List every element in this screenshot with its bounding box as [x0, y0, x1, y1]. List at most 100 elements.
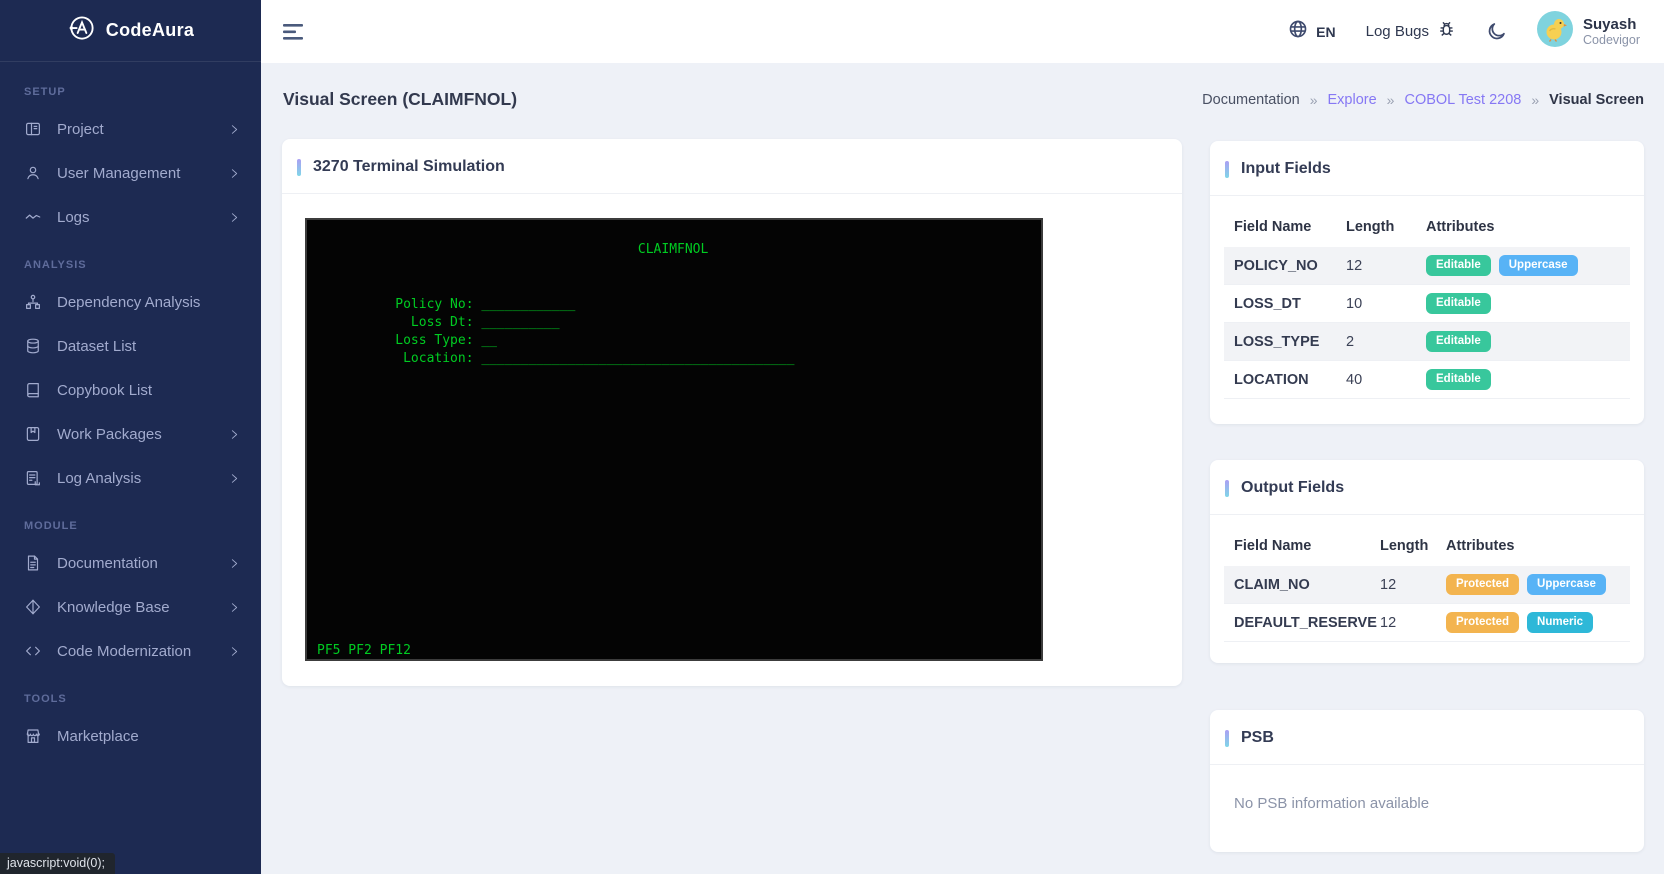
field-attributes: ProtectedUppercase — [1446, 566, 1630, 604]
sidebar-item-label: Copybook List — [57, 382, 152, 399]
input-fields-table: Field NameLengthAttributesPOLICY_NO12Edi… — [1224, 210, 1630, 399]
terminal-3270-screen[interactable]: CLAIMFNOL Policy No: ____________ Loss D… — [305, 218, 1043, 661]
app-name: CodeAura — [106, 20, 194, 41]
chevron-right-icon — [228, 211, 241, 224]
terminal-screen-text: CLAIMFNOL Policy No: ____________ Loss D… — [307, 220, 1041, 661]
field-attributes: Editable — [1426, 323, 1630, 361]
table-row: LOSS_TYPE2Editable — [1224, 323, 1630, 361]
language-code: EN — [1316, 24, 1335, 40]
attribute-badge-uppercase: Uppercase — [1527, 574, 1606, 595]
attribute-badge-protected: Protected — [1446, 612, 1519, 633]
breadcrumb-separator: » — [1531, 92, 1539, 108]
column-header: Attributes — [1446, 529, 1630, 566]
app-logo[interactable]: CodeAura — [0, 0, 261, 62]
psb-title: PSB — [1241, 729, 1274, 747]
sidebar: CodeAura SETUPProjectUser ManagementLogs… — [0, 0, 261, 874]
table-row: DEFAULT_RESERVE12Protected Numeric — [1224, 604, 1630, 642]
chevron-right-icon — [228, 472, 241, 485]
sidebar-item-knowledge-base[interactable]: Knowledge Base — [0, 585, 261, 629]
sidebar-item-code-modernization[interactable]: Code Modernization — [0, 629, 261, 673]
sidebar-item-label: Code Modernization — [57, 643, 191, 660]
breadcrumb: Documentation»Explore»COBOL Test 2208»Vi… — [1202, 92, 1644, 108]
breadcrumb-item-visual-screen: Visual Screen — [1549, 92, 1644, 108]
sidebar-section-label: ANALYSIS — [0, 239, 261, 280]
dark-mode-toggle[interactable] — [1486, 21, 1507, 42]
sidebar-item-documentation[interactable]: Documentation — [0, 541, 261, 585]
log-bugs-label: Log Bugs — [1366, 23, 1429, 40]
input-fields-title: Input Fields — [1241, 160, 1331, 178]
sidebar-item-work-packages[interactable]: Work Packages — [0, 412, 261, 456]
psb-card: PSB No PSB information available — [1210, 710, 1644, 852]
sidebar-item-project[interactable]: Project — [0, 107, 261, 151]
field-attributes: Editable Uppercase — [1426, 247, 1630, 285]
sidebar-nav: SETUPProjectUser ManagementLogsANALYSISD… — [0, 62, 261, 758]
sidebar-item-label: Dependency Analysis — [57, 294, 200, 311]
chevron-right-icon — [228, 428, 241, 441]
globe-icon — [1288, 19, 1308, 44]
attribute-badge-numeric: Numeric — [1527, 612, 1593, 633]
sidebar-item-label: User Management — [57, 165, 180, 182]
column-header: Length — [1346, 210, 1426, 247]
sidebar-item-dependency-analysis[interactable]: Dependency Analysis — [0, 280, 261, 324]
breadcrumb-item-cobol-test-2208[interactable]: COBOL Test 2208 — [1404, 92, 1521, 108]
language-selector[interactable]: EN — [1288, 19, 1335, 44]
attribute-badge-uppercase: Uppercase — [1499, 255, 1578, 276]
sidebar-item-copybook-list[interactable]: Copybook List — [0, 368, 261, 412]
chevron-right-icon — [228, 645, 241, 658]
main-area: EN Log Bugs — [261, 0, 1664, 874]
dependency-icon — [24, 293, 42, 311]
field-length: 40 — [1346, 361, 1426, 399]
breadcrumb-item-explore[interactable]: Explore — [1328, 92, 1377, 108]
psb-empty-message: No PSB information available — [1210, 765, 1644, 842]
knowledge-icon — [24, 598, 42, 616]
sidebar-item-marketplace[interactable]: Marketplace — [0, 714, 261, 758]
codeaura-logo-icon — [67, 13, 97, 48]
sidebar-section-label: TOOLS — [0, 673, 261, 714]
document-icon — [24, 554, 42, 572]
log-bugs-button[interactable]: Log Bugs — [1366, 20, 1456, 43]
field-attributes: Protected Numeric — [1446, 604, 1630, 642]
field-name: DEFAULT_RESERVE — [1224, 604, 1380, 642]
avatar — [1537, 11, 1573, 52]
field-name: LOCATION — [1224, 361, 1346, 399]
page-title: Visual Screen (CLAIMFNOL) — [283, 89, 517, 110]
field-name: LOSS_DT — [1224, 285, 1346, 323]
activity-icon — [24, 208, 42, 226]
hamburger-menu-icon[interactable] — [283, 23, 305, 41]
input-fields-card: Input Fields Field NameLengthAttributesP… — [1210, 141, 1644, 424]
table-row: LOCATION40Editable — [1224, 361, 1630, 399]
field-length: 12 — [1380, 566, 1446, 604]
project-icon — [24, 120, 42, 138]
card-accent-bar — [1225, 480, 1229, 497]
attribute-badge-editable: Editable — [1426, 255, 1491, 276]
user-org: Codevigor — [1583, 33, 1640, 47]
column-header: Attributes — [1426, 210, 1630, 247]
field-length: 12 — [1380, 604, 1446, 642]
field-length: 2 — [1346, 323, 1426, 361]
sidebar-item-label: Project — [57, 121, 104, 138]
terminal-simulation-card: 3270 Terminal Simulation CLAIMFNOL Polic… — [282, 139, 1182, 686]
terminal-card-title: 3270 Terminal Simulation — [313, 158, 505, 176]
database-icon — [24, 337, 42, 355]
breadcrumb-separator: » — [1310, 92, 1318, 108]
user-icon — [24, 164, 42, 182]
breadcrumb-separator: » — [1387, 92, 1395, 108]
attribute-badge-editable: Editable — [1426, 369, 1491, 390]
topbar: EN Log Bugs — [261, 0, 1664, 63]
attribute-badge-editable: Editable — [1426, 331, 1491, 352]
output-fields-table: Field NameLengthAttributesCLAIM_NO12Prot… — [1224, 529, 1630, 642]
table-row: LOSS_DT10Editable — [1224, 285, 1630, 323]
chevron-right-icon — [228, 601, 241, 614]
sidebar-item-log-analysis[interactable]: Log Analysis — [0, 456, 261, 500]
field-length: 10 — [1346, 285, 1426, 323]
chevron-right-icon — [228, 123, 241, 136]
bug-icon — [1437, 20, 1456, 43]
sidebar-item-dataset-list[interactable]: Dataset List — [0, 324, 261, 368]
user-menu[interactable]: Suyash Codevigor — [1537, 11, 1640, 52]
sidebar-section-label: MODULE — [0, 500, 261, 541]
column-header: Field Name — [1224, 210, 1346, 247]
sidebar-item-logs[interactable]: Logs — [0, 195, 261, 239]
field-attributes: Editable — [1426, 361, 1630, 399]
sidebar-item-label: Logs — [57, 209, 90, 226]
sidebar-item-user-management[interactable]: User Management — [0, 151, 261, 195]
